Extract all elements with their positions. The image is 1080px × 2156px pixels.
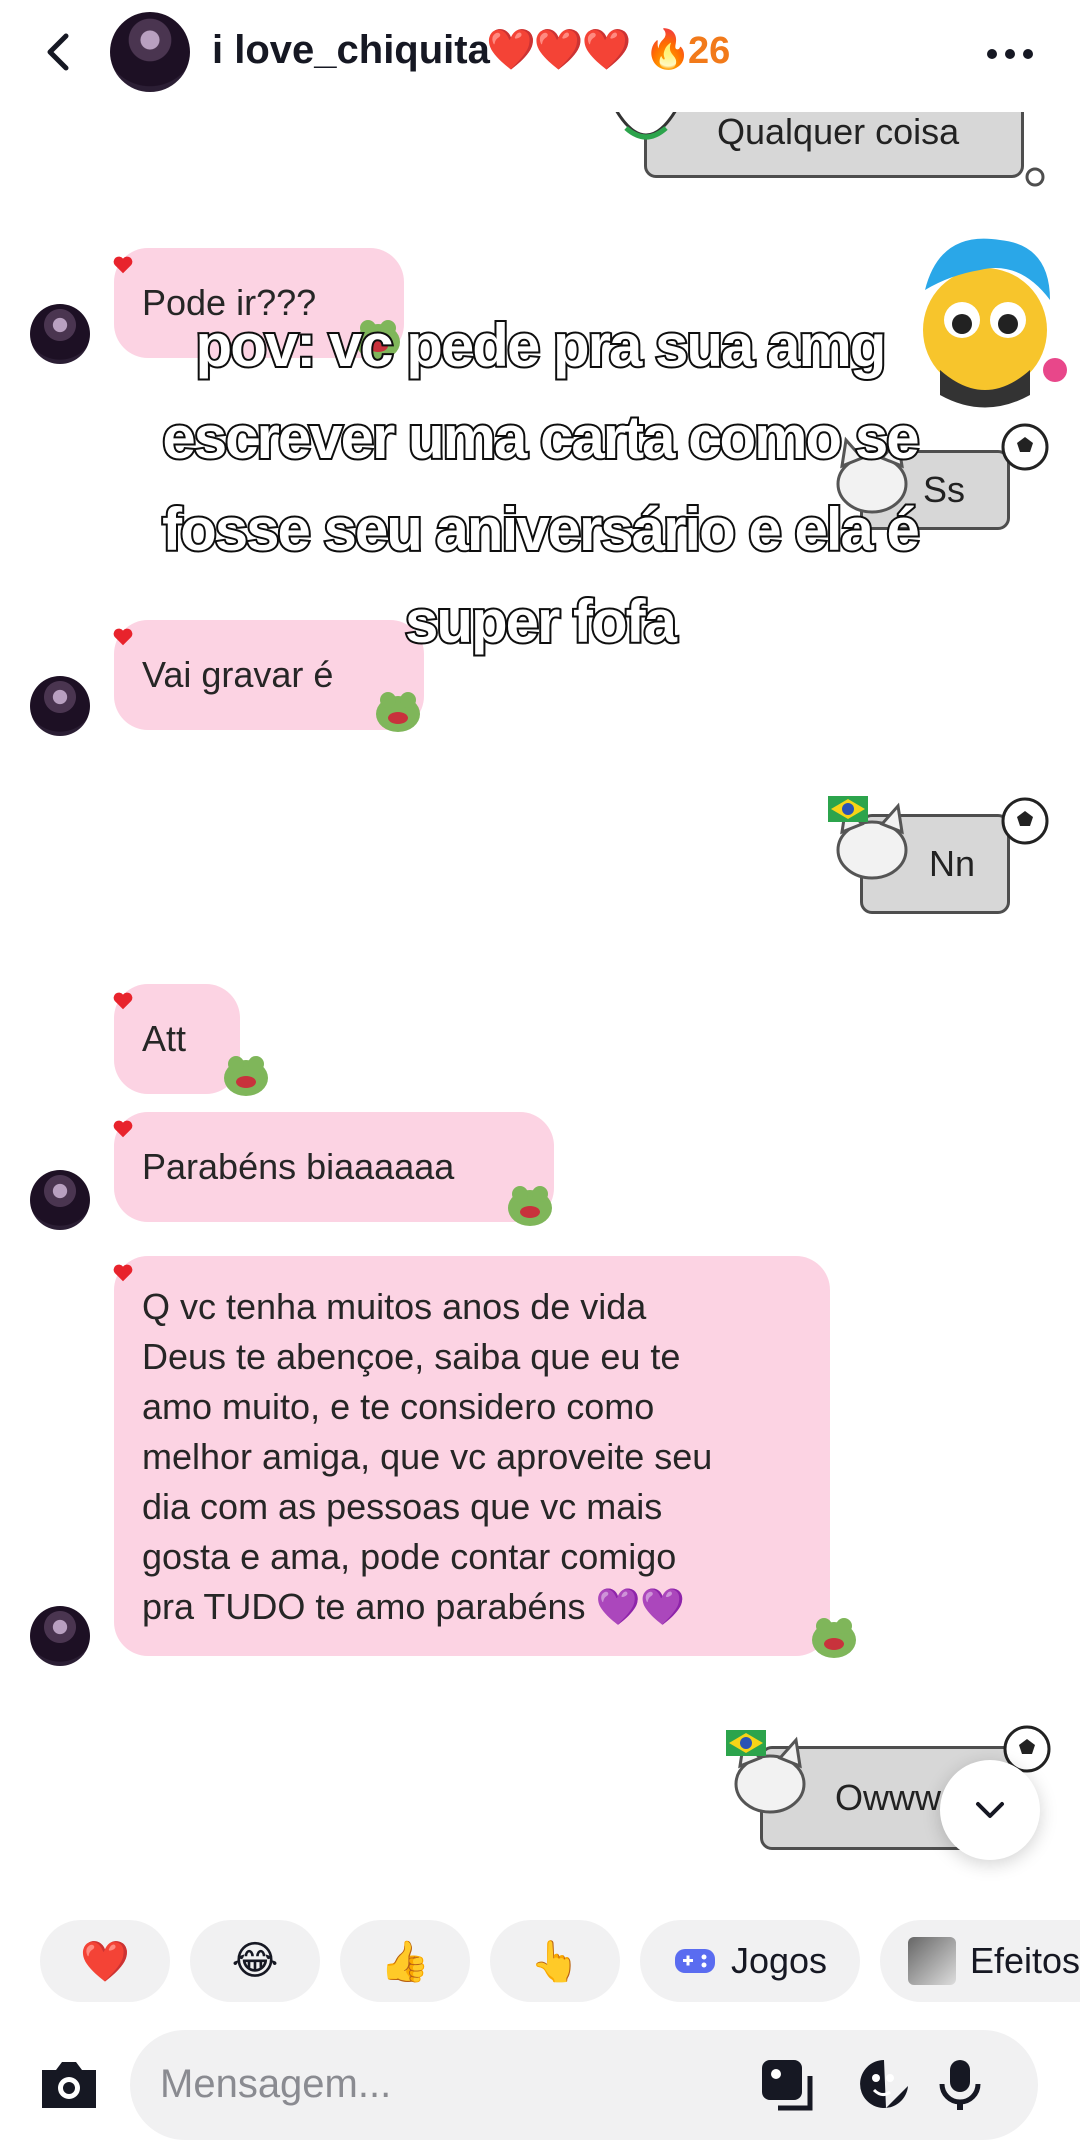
contact-name[interactable]: i love_chiquita bbox=[212, 28, 490, 73]
message-line: pra TUDO te amo parabéns 💜💜 bbox=[142, 1586, 686, 1627]
name-hearts: ❤️❤️❤️ bbox=[486, 28, 631, 72]
received-message[interactable]: Parabéns biaaaaaa bbox=[30, 1112, 570, 1232]
effects-button[interactable]: Efeitos bbox=[880, 1920, 1080, 2002]
microphone-icon[interactable] bbox=[932, 2056, 988, 2112]
back-arrow-icon[interactable] bbox=[32, 24, 88, 80]
laugh-emoji: 😂 bbox=[231, 1939, 279, 1983]
frog-sticker-icon bbox=[502, 1174, 558, 1230]
message-bubble: Parabéns biaaaaaa bbox=[114, 1112, 554, 1222]
caption-line: escrever uma carta como se bbox=[160, 402, 921, 473]
more-options-icon[interactable] bbox=[984, 34, 1036, 74]
message-text: Qualquer coisa bbox=[717, 111, 960, 152]
message-input[interactable]: Mensagem... bbox=[130, 2030, 1038, 2140]
message-text: Owww bbox=[835, 1777, 941, 1818]
caption-line: pov: vc pede pra sua amg bbox=[194, 310, 889, 381]
message-bubble: Q vc tenha muitos anos de vida Deus te a… bbox=[114, 1256, 830, 1656]
message-line: dia com as pessoas que vc mais bbox=[142, 1486, 663, 1527]
message-line: Q vc tenha muitos anos de vida bbox=[142, 1286, 647, 1327]
quick-reaction-point-up[interactable]: 👆 bbox=[490, 1920, 620, 2002]
message-line: Deus te abençoe, saiba que eu te bbox=[142, 1336, 681, 1377]
streak-count: 26 bbox=[688, 30, 731, 72]
message-placeholder: Mensagem... bbox=[160, 2062, 392, 2106]
message-text: Parabéns biaaaaaa bbox=[142, 1146, 455, 1187]
effects-label: Efeitos bbox=[969, 1940, 1080, 1981]
cat-sticker-icon bbox=[614, 110, 678, 140]
heart-emoji: ❤️ bbox=[80, 1939, 130, 1984]
chat-header: i love_chiquita ❤️❤️❤️ 🔥 26 bbox=[0, 0, 1080, 112]
message-line: melhor amiga, que vc aproveite seu bbox=[142, 1436, 713, 1477]
soccer-ball-icon bbox=[1001, 797, 1049, 845]
frog-sticker-icon bbox=[370, 680, 426, 736]
frog-sticker-icon bbox=[806, 1606, 862, 1662]
message-text: Att bbox=[142, 1018, 187, 1059]
camera-icon[interactable] bbox=[36, 2054, 102, 2114]
sender-avatar bbox=[30, 676, 90, 736]
tag-curl-icon bbox=[1025, 167, 1045, 187]
fire-icon: 🔥 bbox=[644, 29, 692, 71]
video-caption-overlay: pov: vc pede pra sua amg escrever uma ca… bbox=[70, 300, 1010, 668]
contact-avatar[interactable] bbox=[110, 12, 190, 92]
games-button[interactable]: Jogos bbox=[640, 1920, 860, 2002]
message-line: gosta e ama, pode contar comigo bbox=[142, 1536, 677, 1577]
received-message[interactable]: Att bbox=[110, 984, 280, 1104]
quick-reaction-heart[interactable]: ❤️ bbox=[40, 1920, 170, 2002]
gallery-sticker-icon[interactable] bbox=[758, 2056, 814, 2112]
frog-sticker-icon bbox=[218, 1044, 274, 1100]
cat-sticker-icon bbox=[828, 796, 908, 880]
caption-line: fosse seu aniversário e ela é bbox=[160, 494, 922, 565]
message-line: amo muito, e te considero como bbox=[142, 1386, 655, 1427]
heart-reaction-icon bbox=[113, 1264, 133, 1282]
sender-avatar bbox=[30, 1606, 90, 1666]
thumbs-up-emoji: 👍 bbox=[380, 1939, 430, 1984]
heart-reaction-icon bbox=[113, 1120, 133, 1138]
gamepad-icon bbox=[674, 1949, 715, 1973]
point-up-emoji: 👆 bbox=[530, 1939, 580, 1984]
effects-thumbnail-icon bbox=[908, 1937, 956, 1985]
games-label: Jogos bbox=[730, 1940, 828, 1981]
quick-reaction-laugh[interactable]: 😂 bbox=[190, 1920, 320, 2002]
caption-line: super fofa bbox=[403, 586, 679, 657]
sent-sticker-message[interactable]: Nn bbox=[828, 796, 1060, 926]
quick-reaction-thumbs-up[interactable]: 👍 bbox=[340, 1920, 470, 2002]
heart-reaction-icon bbox=[113, 256, 133, 274]
received-message[interactable]: Q vc tenha muitos anos de vida Deus te a… bbox=[30, 1256, 870, 1668]
sender-avatar bbox=[30, 1170, 90, 1230]
emoji-sticker-icon[interactable] bbox=[856, 2056, 912, 2112]
heart-reaction-icon bbox=[113, 992, 133, 1010]
message-text: Nn bbox=[929, 843, 976, 884]
chevron-down-icon bbox=[976, 1802, 1004, 1818]
cat-sticker-icon bbox=[726, 1730, 806, 1814]
scroll-to-bottom-button[interactable] bbox=[940, 1760, 1040, 1860]
